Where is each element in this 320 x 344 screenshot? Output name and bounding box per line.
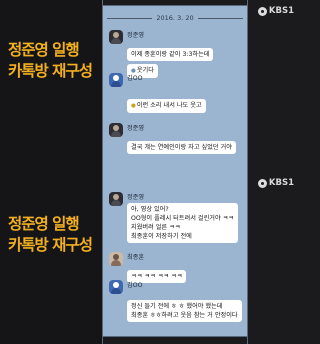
sender-name: 정준영 xyxy=(127,125,145,132)
broadcaster-logo: KBS1 xyxy=(257,6,294,16)
chat-message: 김OO xyxy=(109,280,142,294)
caption-line-1: 정준영 일행 xyxy=(8,215,80,233)
message-text: OO형이 플레시 터트려서 걸린거야 ㅋㅋ xyxy=(131,215,234,222)
chat-screen: 정준영 아, 영상 있어? OO형이 플레시 터트려서 걸린거야 ㅋㅋ 지웠버려… xyxy=(102,172,248,344)
broadcaster-name: KBS1 xyxy=(268,178,294,188)
sender-name: 김OO xyxy=(127,75,143,82)
bottom-panel: 정준영 일행 카톡방 재구성 정준영 아, 영상 있어? OO형이 플레시 터트… xyxy=(0,172,300,344)
avatar[interactable] xyxy=(109,280,123,294)
sender-name: 정준영 xyxy=(127,194,145,201)
broadcaster-name: KBS1 xyxy=(268,6,294,16)
caption-line-2: 카톡방 재구성 xyxy=(8,236,93,254)
chat-message: 정준영 결국 걔는 연예인이랑 자고 싶었던 거야 xyxy=(109,123,236,154)
avatar[interactable] xyxy=(109,30,123,44)
avatar[interactable] xyxy=(109,123,123,137)
message-text: ㅋㅋ ㅋㅋ ㅋㅋ ㅋㅋ xyxy=(131,273,183,280)
chat-message: ●이런 소리 내서 나도 웃고 xyxy=(109,92,206,113)
message-text: 아, 영상 있어? xyxy=(131,206,169,213)
kbs-logo-icon xyxy=(257,6,267,16)
date-divider: 2016. 3. 20 xyxy=(103,12,247,24)
caption-text: 정준영 일행 카톡방 재구성 xyxy=(8,40,93,82)
caption-line-2: 카톡방 재구성 xyxy=(8,62,93,80)
kbs-logo-icon xyxy=(257,178,267,188)
caption-panel: 정준영 일행 카톡방 재구성 xyxy=(0,0,102,172)
emoticon-icon: ● xyxy=(131,103,136,109)
top-panel: 정준영 일행 카톡방 재구성 2016. 3. 20 정준영 이제 종훈이랑 같… xyxy=(0,0,300,172)
avatar[interactable] xyxy=(109,73,123,87)
caption-panel: 정준영 일행 카톡방 재구성 xyxy=(0,172,102,344)
sender-name: 최종훈 xyxy=(127,254,145,261)
phone-edge xyxy=(103,336,247,344)
message-bubble[interactable]: 정신 들기 전에 ㅎ ㅎ 했어야 했는데 최종훈 ㅎㅎ하려고 웃음 참는 거 안… xyxy=(127,300,242,322)
message-text: 정신 들기 전에 ㅎ ㅎ 했어야 했는데 xyxy=(131,303,223,310)
sender-name: 정준영 xyxy=(127,32,145,39)
video-frame: 정준영 일행 카톡방 재구성 2016. 3. 20 정준영 이제 종훈이랑 같… xyxy=(0,0,300,344)
phone-edge xyxy=(103,0,247,6)
chat-message: 최종훈 ㅋㅋ ㅋㅋ ㅋㅋ ㅋㅋ xyxy=(109,252,187,283)
sender-name: 김OO xyxy=(127,282,143,289)
message-text: 최종훈이 저장하기 전에 xyxy=(131,233,192,240)
message-text: 최종훈 ㅎㅎ하려고 웃음 참는 거 안정이다 xyxy=(131,312,238,319)
message-bubble[interactable]: ●이런 소리 내서 나도 웃고 xyxy=(127,99,206,113)
message-bubble[interactable]: 아, 영상 있어? OO형이 플레시 터트려서 걸린거야 ㅋㅋ 지웠버려 얼른 … xyxy=(127,203,238,243)
message-bubble[interactable]: 결국 걔는 연예인이랑 자고 싶었던 거야 xyxy=(127,141,236,154)
caption-line-1: 정준영 일행 xyxy=(8,41,80,59)
message-text: 이런 소리 내서 나도 웃고 xyxy=(136,102,202,109)
caption-text: 정준영 일행 카톡방 재구성 xyxy=(8,214,93,256)
date-label: 2016. 3. 20 xyxy=(156,14,194,22)
chat-message: 정준영 아, 영상 있어? OO형이 플레시 터트려서 걸린거야 ㅋㅋ 지웠버려… xyxy=(109,192,238,243)
chat-message: 정신 들기 전에 ㅎ ㅎ 했어야 했는데 최종훈 ㅎㅎ하려고 웃음 참는 거 안… xyxy=(109,300,242,322)
chat-screen: 2016. 3. 20 정준영 이제 종훈이랑 같이 3:3하는데 ●웃기다 김… xyxy=(102,0,248,172)
avatar[interactable] xyxy=(109,192,123,206)
message-text: 지웠버려 얼른 ㅋㅋ xyxy=(131,224,181,231)
chat-message: 김OO xyxy=(109,73,142,87)
broadcaster-logo: KBS1 xyxy=(257,178,294,188)
message-text: 결국 걔는 연예인이랑 자고 싶었던 거야 xyxy=(131,144,232,151)
avatar[interactable] xyxy=(109,252,123,266)
